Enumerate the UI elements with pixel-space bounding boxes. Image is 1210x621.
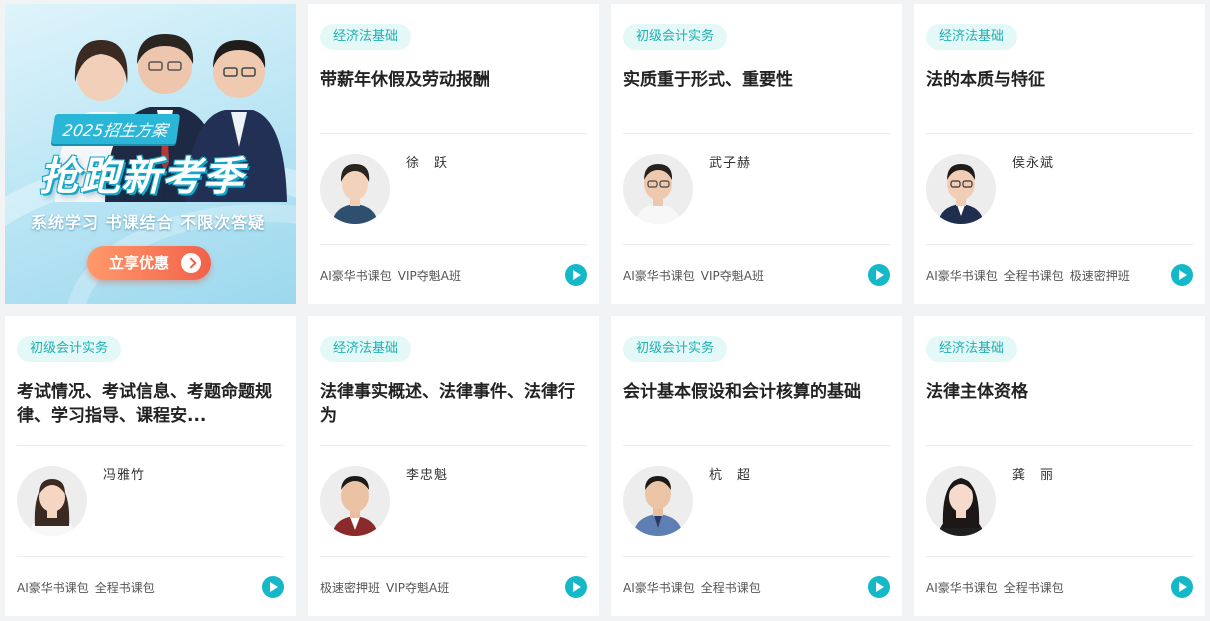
package-label[interactable]: AI豪华书课包 bbox=[926, 269, 998, 283]
course-title[interactable]: 带薪年休假及劳动报酬 bbox=[320, 68, 587, 92]
chevron-right-icon bbox=[181, 253, 201, 273]
divider bbox=[17, 445, 284, 446]
package-label[interactable]: 极速密押班 bbox=[1070, 269, 1130, 283]
course-packages: AI豪华书课包 VIP夺魁A班 bbox=[623, 267, 770, 284]
package-label[interactable]: 全程书课包 bbox=[1004, 581, 1064, 595]
play-icon[interactable] bbox=[565, 264, 587, 286]
banner-subtitle: 系统学习 书课结合 不限次答疑 bbox=[31, 213, 266, 232]
divider bbox=[320, 445, 587, 446]
package-label[interactable]: 全程书课包 bbox=[1004, 269, 1064, 283]
divider bbox=[926, 133, 1193, 134]
divider bbox=[926, 244, 1193, 245]
banner-cta-button[interactable]: 立享优惠 bbox=[87, 246, 211, 280]
course-card[interactable]: 初级会计实务 考试情况、考试信息、考题命题规律、学习指导、课程安... 冯雅竹 … bbox=[5, 316, 296, 616]
divider bbox=[623, 445, 890, 446]
divider bbox=[623, 133, 890, 134]
course-packages: AI豪华书课包 全程书课包 极速密押班 bbox=[926, 267, 1136, 284]
course-title[interactable]: 法律主体资格 bbox=[926, 380, 1193, 404]
course-packages: AI豪华书课包 全程书课包 bbox=[623, 579, 767, 596]
course-packages: 极速密押班 VIP夺魁A班 bbox=[320, 579, 455, 596]
course-card[interactable]: 经济法基础 法的本质与特征 侯永斌 AI豪华书课包 全程书课包 极速密押班 bbox=[914, 4, 1205, 304]
teacher-avatar bbox=[623, 466, 693, 536]
divider bbox=[17, 556, 284, 557]
teacher-name: 李忠魁 bbox=[406, 468, 449, 483]
banner-tag: 2025招生方案 bbox=[50, 114, 180, 144]
package-label[interactable]: AI豪华书课包 bbox=[926, 581, 998, 595]
course-title[interactable]: 考试情况、考试信息、考题命题规律、学习指导、课程安... bbox=[17, 380, 284, 428]
course-card[interactable]: 经济法基础 法律事实概述、法律事件、法律行为 李忠魁 极速密押班 VIP夺魁A班 bbox=[308, 316, 599, 616]
subject-tag: 经济法基础 bbox=[926, 336, 1018, 362]
package-label[interactable]: 全程书课包 bbox=[701, 581, 761, 595]
subject-tag: 初级会计实务 bbox=[17, 336, 122, 362]
package-label[interactable]: VIP夺魁A班 bbox=[398, 269, 461, 283]
play-icon[interactable] bbox=[1171, 576, 1193, 598]
teacher-name: 龚 丽 bbox=[1012, 468, 1055, 483]
course-title[interactable]: 实质重于形式、重要性 bbox=[623, 68, 890, 92]
divider bbox=[320, 133, 587, 134]
teacher-name: 冯雅竹 bbox=[103, 468, 146, 483]
package-label[interactable]: AI豪华书课包 bbox=[17, 581, 89, 595]
divider bbox=[320, 244, 587, 245]
course-packages: AI豪华书课包 全程书课包 bbox=[17, 579, 161, 596]
divider bbox=[926, 445, 1193, 446]
subject-tag: 初级会计实务 bbox=[623, 336, 728, 362]
subject-tag: 经济法基础 bbox=[320, 336, 412, 362]
play-icon[interactable] bbox=[262, 576, 284, 598]
teacher-name: 徐 跃 bbox=[406, 156, 449, 171]
course-packages: AI豪华书课包 VIP夺魁A班 bbox=[320, 267, 467, 284]
package-label[interactable]: AI豪华书课包 bbox=[623, 269, 695, 283]
banner-cta-label: 立享优惠 bbox=[109, 254, 170, 272]
course-grid: 2025招生方案 抢跑新考季 系统学习 书课结合 不限次答疑 立享优惠 经济法基… bbox=[5, 4, 1205, 616]
package-label[interactable]: VIP夺魁A班 bbox=[386, 581, 449, 595]
teacher-avatar bbox=[320, 466, 390, 536]
play-icon[interactable] bbox=[1171, 264, 1193, 286]
course-card[interactable]: 经济法基础 带薪年休假及劳动报酬 徐 跃 AI豪华书课包 VIP夺魁A班 bbox=[308, 4, 599, 304]
package-label[interactable]: 极速密押班 bbox=[320, 581, 380, 595]
teacher-name: 侯永斌 bbox=[1012, 156, 1055, 171]
subject-tag: 经济法基础 bbox=[320, 24, 412, 50]
course-card[interactable]: 初级会计实务 会计基本假设和会计核算的基础 杭 超 AI豪华书课包 全程书课包 bbox=[611, 316, 902, 616]
divider bbox=[320, 556, 587, 557]
play-icon[interactable] bbox=[565, 576, 587, 598]
subject-tag: 经济法基础 bbox=[926, 24, 1018, 50]
teacher-avatar bbox=[17, 466, 87, 536]
divider bbox=[926, 556, 1193, 557]
course-card[interactable]: 初级会计实务 实质重于形式、重要性 武子赫 AI豪华书课包 VIP夺魁A班 bbox=[611, 4, 902, 304]
package-label[interactable]: 全程书课包 bbox=[95, 581, 155, 595]
teacher-avatar bbox=[926, 154, 996, 224]
promo-banner[interactable]: 2025招生方案 抢跑新考季 系统学习 书课结合 不限次答疑 立享优惠 bbox=[5, 4, 296, 304]
divider bbox=[623, 244, 890, 245]
banner-headline: 抢跑新考季 bbox=[39, 154, 244, 200]
divider bbox=[623, 556, 890, 557]
course-title[interactable]: 会计基本假设和会计核算的基础 bbox=[623, 380, 890, 404]
course-title[interactable]: 法的本质与特征 bbox=[926, 68, 1193, 92]
teacher-name: 杭 超 bbox=[709, 468, 752, 483]
subject-tag: 初级会计实务 bbox=[623, 24, 728, 50]
teacher-avatar bbox=[926, 466, 996, 536]
package-label[interactable]: VIP夺魁A班 bbox=[701, 269, 764, 283]
course-title[interactable]: 法律事实概述、法律事件、法律行为 bbox=[320, 380, 587, 428]
package-label[interactable]: AI豪华书课包 bbox=[623, 581, 695, 595]
play-icon[interactable] bbox=[868, 576, 890, 598]
teacher-avatar bbox=[320, 154, 390, 224]
teacher-avatar bbox=[623, 154, 693, 224]
teacher-name: 武子赫 bbox=[709, 156, 752, 171]
course-packages: AI豪华书课包 全程书课包 bbox=[926, 579, 1070, 596]
play-icon[interactable] bbox=[868, 264, 890, 286]
course-card[interactable]: 经济法基础 法律主体资格 龚 丽 AI豪华书课包 全程书课包 bbox=[914, 316, 1205, 616]
package-label[interactable]: AI豪华书课包 bbox=[320, 269, 392, 283]
